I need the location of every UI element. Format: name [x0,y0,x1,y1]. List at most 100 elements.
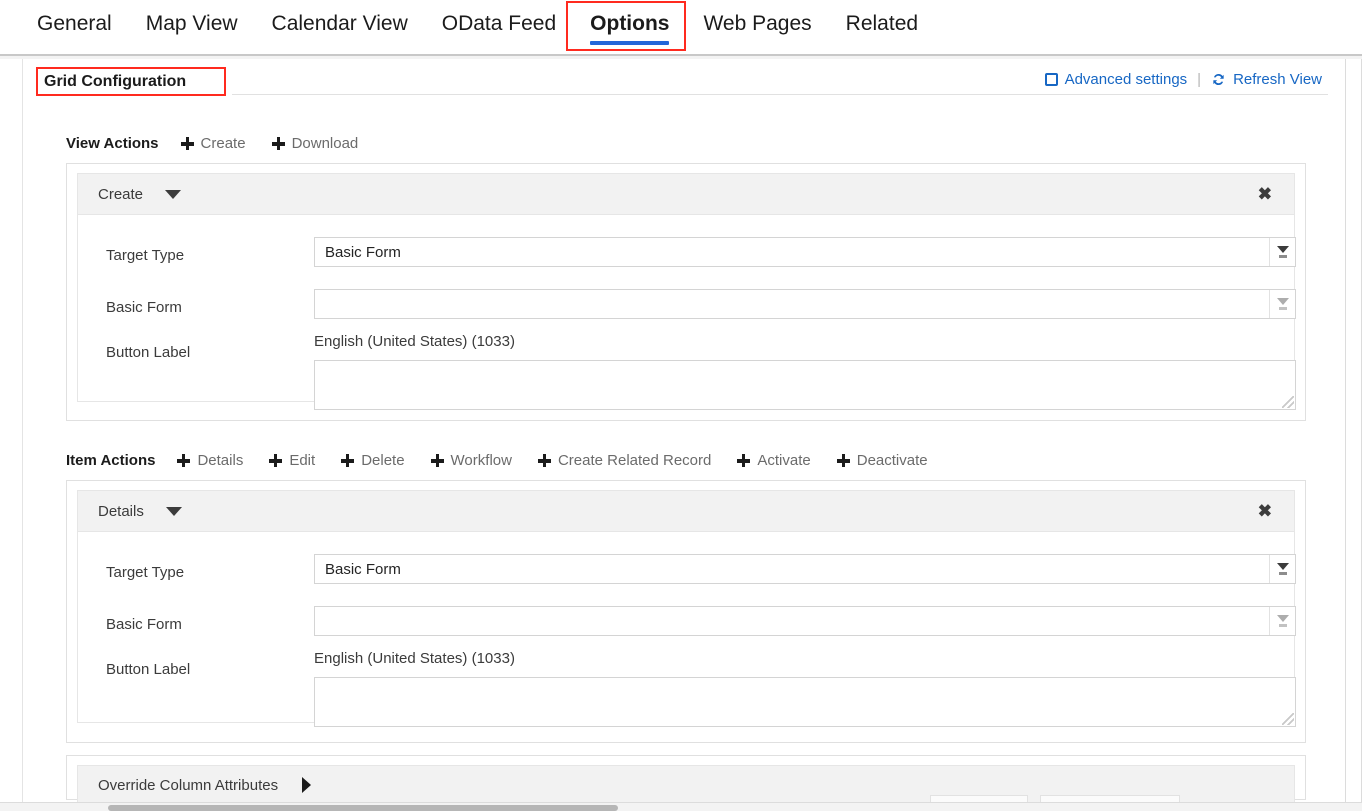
horizontal-scrollbar[interactable] [0,802,1362,811]
details-button-label-label: Button Label [106,661,190,678]
tab-general[interactable]: General [20,7,129,47]
horizontal-scrollbar-thumb[interactable] [108,805,618,811]
item-actions-toolbar: Item Actions Details Edit Delete Workflo… [66,448,954,472]
override-column-attributes-title: Override Column Attributes [98,777,278,794]
create-basic-form-lookup[interactable] [314,289,1296,319]
add-button-label: Download [292,135,359,152]
details-action-panel: Details ✖ Target Type Basic Form [77,490,1295,723]
plus-icon [272,137,285,150]
details-panel-title: Details [98,503,144,520]
add-button-label: Deactivate [857,452,928,469]
details-panel-header[interactable]: Details ✖ [78,491,1294,532]
add-details-action-button[interactable]: Details [177,452,243,469]
chevron-glyph [1277,563,1289,570]
chevron-right-icon[interactable] [302,777,311,793]
override-column-attributes-container: Override Column Attributes [66,755,1306,800]
add-download-action-button[interactable]: Download [272,135,359,152]
add-button-label: Activate [757,452,810,469]
add-button-label: Create [201,135,246,152]
details-basic-form-label: Basic Form [106,616,182,633]
tab-calendar-view[interactable]: Calendar View [255,7,425,47]
details-target-type-select[interactable]: Basic Form [314,554,1296,584]
close-icon[interactable]: ✖ [1258,186,1272,203]
content-area: Grid Configuration Advanced settings | [0,59,1362,811]
add-create-action-button[interactable]: Create [181,135,246,152]
create-panel-title: Create [98,186,143,203]
tab-label: Map View [146,12,238,35]
add-edit-action-button[interactable]: Edit [269,452,315,469]
add-button-label: Details [197,452,243,469]
footer-button-partial[interactable] [1040,795,1180,802]
create-target-type-value: Basic Form [315,244,1269,261]
details-target-type-value: Basic Form [315,561,1269,578]
create-basic-form-label: Basic Form [106,299,182,316]
create-panel-header[interactable]: Create ✖ [78,174,1294,215]
tab-web-pages[interactable]: Web Pages [686,7,828,47]
view-actions-label: View Actions [66,135,159,152]
add-activate-action-button[interactable]: Activate [737,452,810,469]
view-actions-toolbar: View Actions Create Download [66,131,384,155]
tab-related[interactable]: Related [829,7,935,47]
close-icon[interactable]: ✖ [1258,503,1272,520]
chevron-down-icon[interactable] [166,507,182,516]
header-separator: | [1193,71,1205,88]
add-delete-action-button[interactable]: Delete [341,452,404,469]
plus-icon [269,454,282,467]
create-language-label: English (United States) (1033) [314,333,515,350]
chevron-underline [1279,255,1287,258]
view-actions-container: Create ✖ Target Type Basic Form [66,163,1306,421]
plus-icon [181,137,194,150]
tab-label: OData Feed [442,12,556,35]
advanced-settings-link[interactable]: Advanced settings [1039,71,1194,88]
create-button-label-label: Button Label [106,344,190,361]
plus-icon [431,454,444,467]
footer-button-partial[interactable] [930,795,1028,802]
add-button-label: Workflow [451,452,512,469]
add-create-related-record-action-button[interactable]: Create Related Record [538,452,711,469]
add-workflow-action-button[interactable]: Workflow [431,452,512,469]
add-button-label: Delete [361,452,404,469]
create-target-type-select[interactable]: Basic Form [314,237,1296,267]
right-divider [1345,59,1346,811]
tab-options[interactable]: Options [573,7,686,47]
resize-handle-icon[interactable] [1282,396,1294,408]
chevron-down-icon[interactable] [1269,238,1295,266]
chevron-underline [1279,307,1287,310]
item-actions-label: Item Actions [66,452,155,469]
page-title: Grid Configuration [44,73,186,91]
resize-handle-icon[interactable] [1282,713,1294,725]
chevron-down-icon[interactable] [1269,290,1295,318]
tab-odata-feed[interactable]: OData Feed [425,7,573,47]
chevron-down-icon[interactable] [165,190,181,199]
create-action-panel: Create ✖ Target Type Basic Form [77,173,1295,402]
plus-icon [837,454,850,467]
tab-label: Web Pages [703,12,811,35]
refresh-view-link[interactable]: Refresh View [1205,71,1328,88]
create-panel-body: Target Type Basic Form Basic Form [78,215,1294,400]
header-rule [232,94,1328,95]
details-basic-form-lookup[interactable] [314,606,1296,636]
tab-label: Calendar View [272,12,408,35]
create-button-label-textarea[interactable] [314,360,1296,410]
add-button-label: Edit [289,452,315,469]
square-icon [1045,73,1058,86]
add-deactivate-action-button[interactable]: Deactivate [837,452,928,469]
details-button-label-textarea[interactable] [314,677,1296,727]
grid-configuration-header: Grid Configuration Advanced settings | [36,71,1328,101]
advanced-settings-label: Advanced settings [1065,71,1188,88]
plus-icon [177,454,190,467]
item-actions-container: Details ✖ Target Type Basic Form [66,480,1306,743]
tab-map-view[interactable]: Map View [129,7,255,47]
chevron-down-icon[interactable] [1269,607,1295,635]
tab-label: Related [846,12,918,35]
chevron-underline [1279,572,1287,575]
chevron-underline [1279,624,1287,627]
chevron-down-icon[interactable] [1269,555,1295,583]
plus-icon [737,454,750,467]
chevron-glyph [1277,298,1289,305]
details-panel-body: Target Type Basic Form Basic Form [78,532,1294,721]
add-button-label: Create Related Record [558,452,711,469]
tab-label: General [37,12,112,35]
tab-bar: General Map View Calendar View OData Fee… [0,0,1362,54]
left-divider [22,59,23,811]
